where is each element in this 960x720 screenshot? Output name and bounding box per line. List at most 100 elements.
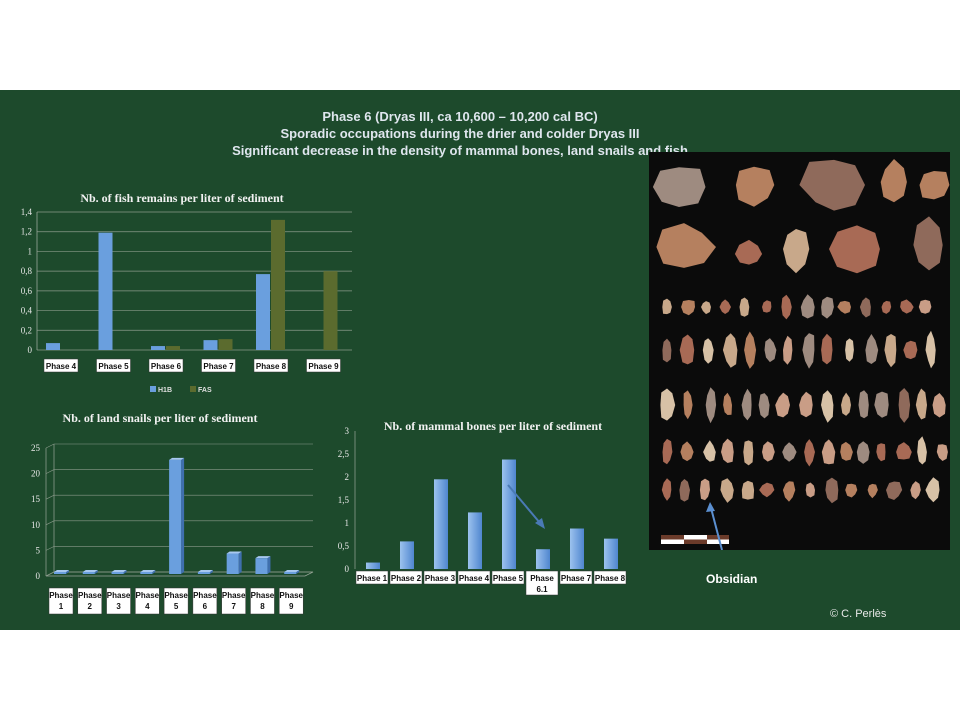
fish-legend-label-fas: FAS [198, 387, 212, 394]
mammal-y-tick: 3 [345, 426, 350, 436]
fish-y-tick: 0,8 [21, 266, 33, 276]
snails-category-label: 9 [289, 602, 294, 611]
snails-y-tick: 0 [36, 571, 41, 581]
fish-chart-title: Nb. of fish remains per liter of sedimen… [80, 191, 283, 205]
snails-chart-title: Nb. of land snails per liter of sediment [63, 411, 258, 425]
fish-bar-h1b [151, 346, 165, 350]
fish-category-label: Phase 7 [203, 362, 234, 371]
fish-category-label: Phase 4 [46, 362, 77, 371]
flint-blade [900, 299, 914, 314]
fish-bar-fas [166, 346, 180, 350]
flint-blade [805, 482, 815, 498]
large-flint-tool [656, 223, 716, 268]
flint-blade [867, 483, 878, 499]
large-flint-tool [735, 166, 775, 207]
fish-chart-svg: Nb. of fish remains per liter of sedimen… [21, 191, 352, 394]
flint-blade [703, 440, 716, 462]
mammal-bar [400, 541, 414, 569]
flint-blade [821, 333, 833, 365]
mammal-bar [366, 562, 380, 569]
snails-category-label: 5 [174, 602, 179, 611]
flint-blade [699, 478, 710, 501]
fish-bar-h1b [98, 232, 113, 350]
flint-blade [702, 338, 714, 364]
mammal-category-label: Phase 5 [493, 574, 524, 583]
snails-category-label: Phase [164, 591, 188, 600]
flint-blade [936, 444, 948, 461]
snails-y-tick: 10 [31, 520, 41, 530]
fish-category-label: Phase 8 [256, 362, 287, 371]
fish-y-tick: 1 [28, 246, 33, 256]
flint-blade [876, 443, 886, 462]
snails-bar [140, 572, 153, 574]
fish-legend-label-h1b: H1B [158, 387, 172, 394]
flint-blade [662, 298, 672, 315]
flint-blade [739, 297, 750, 317]
mammal-y-tick: 0 [345, 564, 350, 574]
snails-category-label: Phase [136, 591, 160, 600]
fish-bar-fas [271, 219, 285, 350]
flint-blade [821, 439, 836, 465]
fish-y-tick: 1,4 [21, 207, 33, 217]
flint-blade [720, 478, 734, 503]
flint-blade [783, 335, 793, 365]
flint-blade [821, 296, 834, 319]
photo-credit: © C. Perlès [830, 608, 887, 620]
flint-blade [821, 390, 834, 423]
flint-blade [683, 390, 693, 420]
snails-y-tick: 20 [31, 469, 41, 479]
flint-blade [759, 482, 775, 498]
mammal-y-tick: 0,5 [338, 541, 350, 551]
mammal-bar [468, 512, 482, 569]
flint-blade [837, 300, 851, 314]
mammal-category-label: Phase 2 [391, 574, 422, 583]
flint-blade [721, 438, 734, 463]
large-flint-tool [783, 229, 810, 274]
land-snails-chart: Nb. of land snails per liter of sediment… [0, 408, 320, 620]
snails-category-label: Phase [49, 591, 73, 600]
mammal-bar [570, 528, 584, 569]
lithic-artifacts-photo [649, 152, 950, 551]
snails-category-label: 4 [145, 602, 150, 611]
flint-blade [845, 338, 854, 362]
flint-blade [782, 442, 797, 462]
mammal-chart-svg: Nb. of mammal bones per liter of sedimen… [338, 419, 627, 596]
flint-blade [782, 481, 796, 502]
flint-blade [856, 441, 870, 464]
fish-bar-h1b [256, 274, 270, 350]
flint-blade [898, 388, 911, 423]
flint-blade [802, 333, 815, 369]
mammal-bones-chart: Nb. of mammal bones per liter of sedimen… [335, 415, 635, 596]
fish-bar-h1b [203, 340, 218, 350]
mammal-y-tick: 1,5 [338, 495, 350, 505]
fish-legend-swatch-h1b [150, 386, 156, 392]
snails-y-tick: 5 [36, 545, 41, 555]
mammal-bar [536, 549, 550, 569]
mammal-y-tick: 2 [345, 472, 350, 482]
flint-blade [910, 481, 921, 500]
flint-blade [662, 338, 672, 363]
flint-blade [681, 300, 695, 316]
large-flint-tool [652, 167, 706, 207]
large-flint-tool [913, 216, 943, 271]
flint-blade [744, 331, 757, 369]
snails-bar-side [181, 457, 185, 574]
snails-bar-side [238, 551, 242, 574]
flint-blade [896, 442, 912, 460]
large-flint-tool [734, 239, 763, 265]
mammal-category-label: Phase 1 [357, 574, 388, 583]
flint-blade [741, 388, 752, 421]
large-flint-tool [829, 225, 880, 274]
snails-category-label: Phase [251, 591, 275, 600]
snails-category-label: 7 [231, 602, 236, 611]
snails-category-label: 3 [116, 602, 121, 611]
fish-legend-swatch-fas [190, 386, 196, 392]
mammal-bar [604, 538, 618, 569]
snails-bar [111, 572, 124, 574]
flint-blade [719, 299, 731, 314]
snails-category-label: Phase [222, 591, 246, 600]
slide: Phase 6 (Dryas III, ca 10,600 – 10,200 c… [0, 90, 960, 630]
flint-blade [743, 440, 754, 466]
flint-blade [799, 391, 813, 418]
snails-bar [284, 571, 297, 574]
